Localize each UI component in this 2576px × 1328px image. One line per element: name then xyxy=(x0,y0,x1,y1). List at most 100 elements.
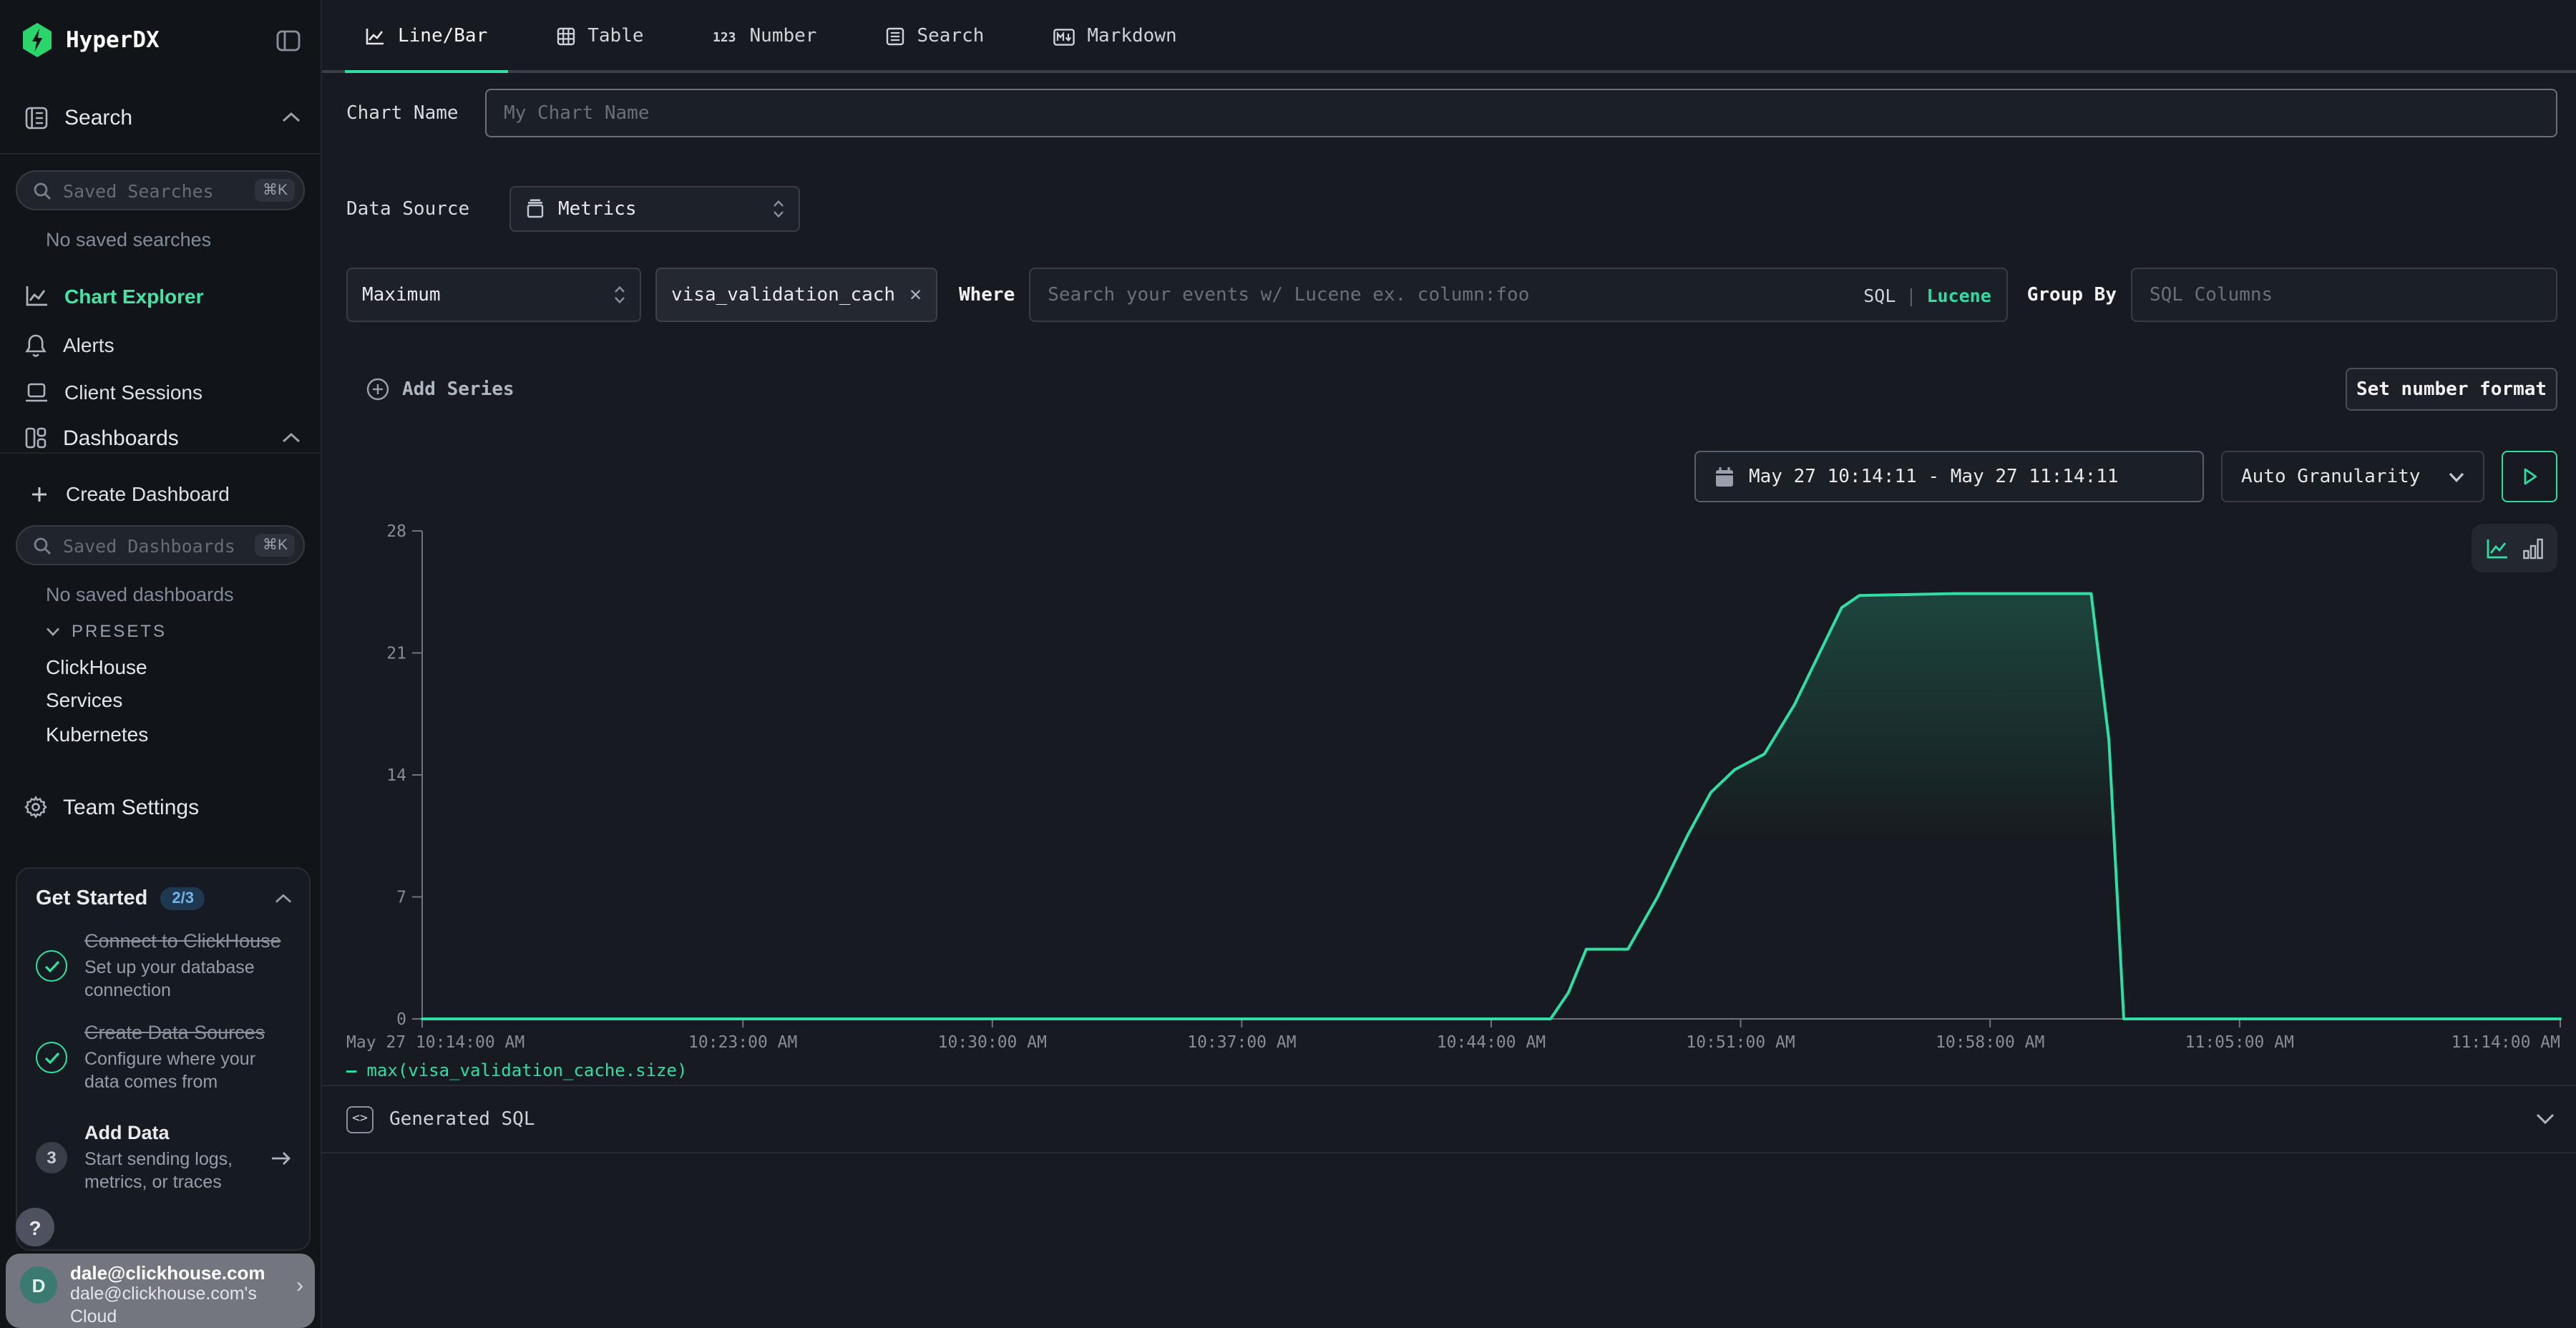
generated-sql-section[interactable]: <> Generated SQL xyxy=(322,1085,2576,1153)
tab-line-bar[interactable]: Line/Bar xyxy=(345,0,507,73)
data-source-value: Metrics xyxy=(558,198,760,220)
dashboards-icon xyxy=(24,426,47,449)
circle-plus-icon xyxy=(366,378,389,401)
step-subtitle: Configure where your data comes from xyxy=(84,1049,292,1094)
dashboards-section-label: Dashboards xyxy=(63,426,282,450)
team-settings-item[interactable]: Team Settings xyxy=(0,784,321,830)
chart-name-label: Chart Name xyxy=(346,102,485,124)
series-line xyxy=(422,594,2560,1019)
data-source-select[interactable]: Metrics xyxy=(509,186,800,232)
divider xyxy=(0,452,321,454)
saved-dashboards-input[interactable] xyxy=(63,534,255,556)
chevron-up-icon[interactable] xyxy=(275,893,292,904)
markdown-icon xyxy=(1053,28,1074,45)
logo-row: HyperDX xyxy=(0,0,321,80)
saved-searches-search[interactable]: ⌘K xyxy=(16,170,305,210)
svg-text:14: 14 xyxy=(386,766,406,785)
gear-icon xyxy=(24,796,47,819)
svg-text:10:37:00 AM: 10:37:00 AM xyxy=(1187,1033,1296,1052)
saved-dashboards-search[interactable]: ⌘K xyxy=(16,525,305,565)
chevron-up-down-icon xyxy=(773,199,784,219)
set-number-format-label: Set number format xyxy=(2356,379,2547,400)
chart-legend: — max(visa_validation_cache.size) xyxy=(346,1060,687,1080)
user-subtitle: dale@clickhouse.com's Cloud xyxy=(70,1284,285,1328)
lucene-toggle[interactable]: Lucene xyxy=(1926,284,1991,306)
tab-table[interactable]: Table xyxy=(536,0,663,73)
sidebar-item-label: Chart Explorer xyxy=(64,285,204,308)
svg-text:10:44:00 AM: 10:44:00 AM xyxy=(1437,1033,1546,1052)
svg-text:10:51:00 AM: 10:51:00 AM xyxy=(1686,1033,1795,1052)
series-area xyxy=(422,594,2560,1019)
user-email: dale@clickhouse.com xyxy=(70,1262,296,1284)
create-dashboard-button[interactable]: Create Dashboard xyxy=(0,475,321,512)
check-circle-icon xyxy=(36,1042,67,1073)
presets-toggle[interactable]: PRESETS xyxy=(46,621,167,641)
legend-line-swatch: — xyxy=(346,1060,356,1080)
date-range-picker[interactable]: May 27 10:14:11 - May 27 11:14:11 xyxy=(1694,451,2204,502)
tab-search[interactable]: Search xyxy=(865,0,1004,73)
tab-label: Search xyxy=(917,26,984,47)
search-icon xyxy=(33,181,52,200)
get-started-step-sources[interactable]: Create Data Sources Configure where your… xyxy=(36,1022,292,1093)
check-circle-icon xyxy=(36,950,67,982)
metric-field-chip[interactable]: visa_validation_cach ✕ xyxy=(655,268,937,322)
help-button[interactable]: ? xyxy=(16,1208,54,1246)
toggle-separator: | xyxy=(1906,284,1916,306)
metrics-chart: 07142128May 27 10:14:00 AM10:23:00 AM10:… xyxy=(329,518,2570,1062)
add-series-button[interactable]: Add Series xyxy=(366,378,514,401)
user-account-row[interactable]: D dale@clickhouse.com dale@clickhouse.co… xyxy=(6,1254,315,1328)
chevron-up-down-icon xyxy=(614,285,625,305)
date-range-value: May 27 10:14:11 - May 27 11:14:11 xyxy=(1749,466,2119,487)
get-started-card: Get Started 2/3 Connect to ClickHouse Se… xyxy=(16,867,311,1251)
table-icon xyxy=(556,27,575,46)
sidebar-section-search[interactable]: Search xyxy=(0,94,321,140)
aggregation-select[interactable]: Maximum xyxy=(346,268,641,322)
chevron-down-icon[interactable] xyxy=(2536,1113,2555,1125)
metric-field-value: visa_validation_cach xyxy=(671,284,895,306)
tab-markdown[interactable]: Markdown xyxy=(1033,0,1196,73)
run-query-button[interactable] xyxy=(2502,451,2557,502)
get-started-step-connect[interactable]: Connect to ClickHouse Set up your databa… xyxy=(36,930,292,1002)
sidebar-item-client-sessions[interactable]: Client Sessions xyxy=(0,371,321,414)
presets-label: PRESETS xyxy=(72,621,167,641)
avatar: D xyxy=(20,1266,57,1304)
where-input[interactable] xyxy=(1029,268,2009,322)
svg-text:10:23:00 AM: 10:23:00 AM xyxy=(688,1033,797,1052)
sidebar-section-dashboards[interactable]: Dashboards xyxy=(0,415,321,461)
collapse-sidebar-icon[interactable] xyxy=(276,28,301,52)
svg-text:28: 28 xyxy=(386,522,406,541)
group-by-input[interactable] xyxy=(2131,268,2557,322)
svg-text:0: 0 xyxy=(396,1010,406,1029)
set-number-format-button[interactable]: Set number format xyxy=(2346,368,2557,411)
plus-icon xyxy=(31,486,47,502)
data-source-label: Data Source xyxy=(346,198,509,220)
bell-icon xyxy=(24,333,47,357)
step-subtitle: Start sending logs, metrics, or traces xyxy=(84,1149,253,1194)
preset-kubernetes[interactable]: Kubernetes xyxy=(46,723,148,746)
main-content: Line/Bar Table 123 Number xyxy=(322,0,2576,1328)
tab-number[interactable]: 123 Number xyxy=(693,0,837,73)
tab-label: Number xyxy=(750,26,817,47)
add-series-label: Add Series xyxy=(402,379,514,400)
remove-metric-icon[interactable]: ✕ xyxy=(909,283,922,306)
sidebar: HyperDX Search xyxy=(0,0,322,1328)
sidebar-item-chart-explorer[interactable]: Chart Explorer xyxy=(0,275,321,318)
preset-clickhouse[interactable]: ClickHouse xyxy=(46,655,147,678)
no-saved-searches-text: No saved searches xyxy=(46,229,211,250)
svg-text:11:05:00 AM: 11:05:00 AM xyxy=(2185,1033,2294,1052)
saved-searches-input[interactable] xyxy=(63,180,255,201)
step-number-badge: 3 xyxy=(36,1143,67,1174)
no-saved-dashboards-text: No saved dashboards xyxy=(46,584,234,605)
preset-services[interactable]: Services xyxy=(46,688,122,711)
granularity-select[interactable]: Auto Granularity xyxy=(2221,451,2484,502)
chart-name-input[interactable] xyxy=(485,89,2557,137)
sql-toggle[interactable]: SQL xyxy=(1863,284,1896,306)
chevron-up-icon xyxy=(282,112,301,123)
play-icon xyxy=(2522,468,2537,485)
sidebar-item-alerts[interactable]: Alerts xyxy=(0,323,321,366)
aggregation-value: Maximum xyxy=(362,284,601,306)
get-started-step-add-data[interactable]: 3 Add Data Start sending logs, metrics, … xyxy=(36,1123,292,1194)
number-123-icon: 123 xyxy=(713,29,737,44)
app-window: HyperDX Search xyxy=(0,0,2576,1328)
calendar-icon xyxy=(1714,466,1735,487)
